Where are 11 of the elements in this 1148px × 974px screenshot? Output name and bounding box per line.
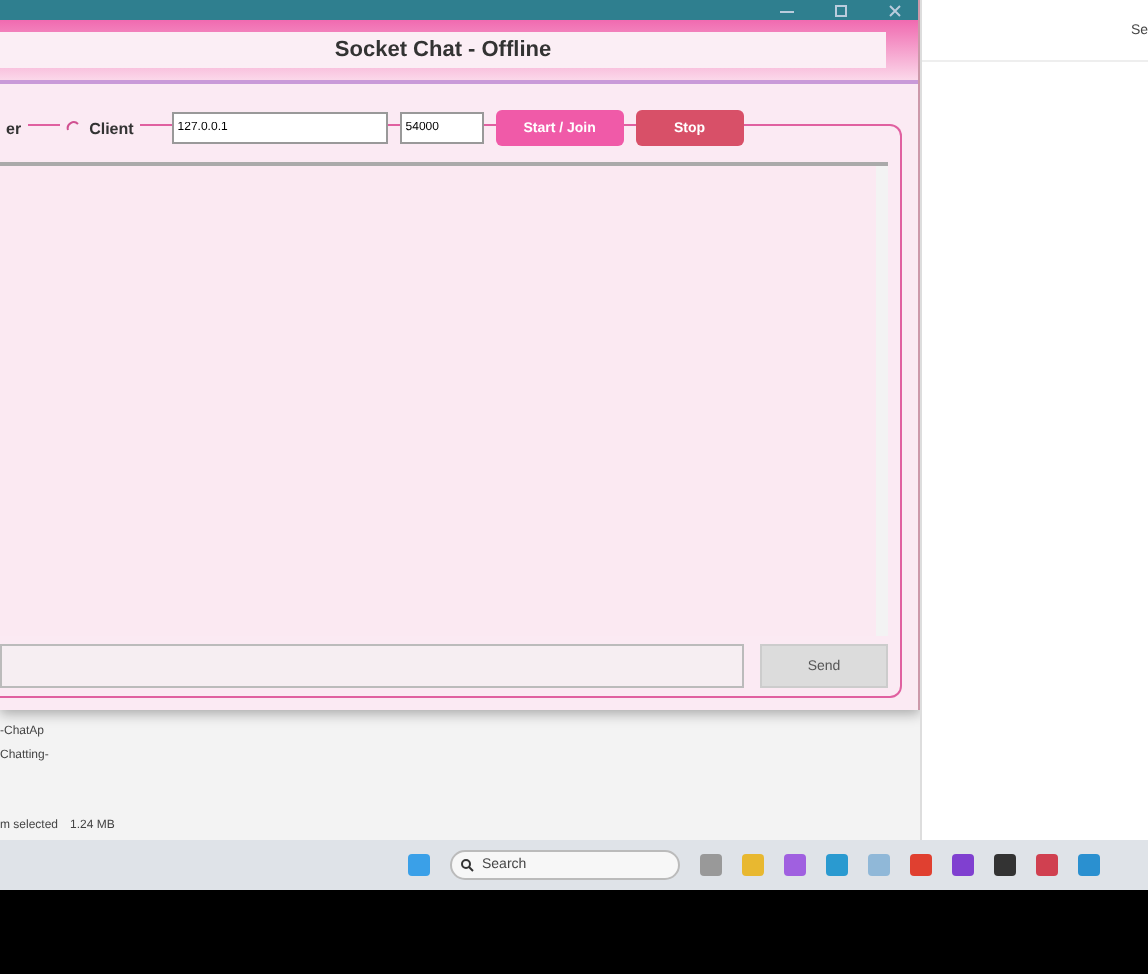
- close-icon[interactable]: [888, 3, 902, 17]
- maximize-icon[interactable]: [834, 3, 848, 17]
- window-title: Socket Chat - Offline: [0, 32, 886, 68]
- search-icon: [460, 858, 474, 872]
- app-icon[interactable]: [994, 854, 1016, 876]
- mode-label: Client: [89, 119, 134, 137]
- app-icon[interactable]: [1036, 854, 1058, 876]
- mode-label: er: [6, 119, 22, 137]
- app-icon[interactable]: [952, 854, 974, 876]
- radio-icon[interactable]: [65, 120, 82, 136]
- start-icon[interactable]: [408, 854, 430, 876]
